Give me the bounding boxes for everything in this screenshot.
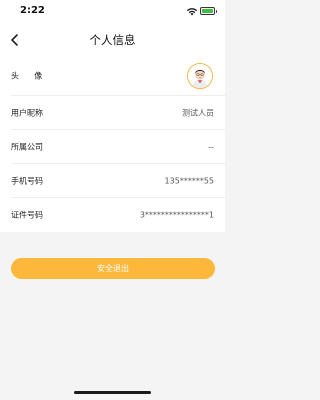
company-row: 所属公司 -- [11,130,225,164]
phone-label: 手机号码 [11,176,43,185]
avatar[interactable] [187,62,213,89]
nav-bar: 个人信息 [0,24,225,56]
logout-button[interactable]: 安全退出 [11,258,215,279]
profile-info-list: 头 像 用户昵称 测试人员 所属公司 -- 手机号码 135******55 证… [0,56,225,232]
avatar-label: 头 像 [11,71,43,80]
profile-screen: 2:22 个人信息 头 像 用户昵称 测试人员 所属公司 -- 手机号码 135… [0,0,225,400]
phone-row: 手机号码 135******55 [11,164,225,198]
status-bar: 2:22 [0,0,225,24]
battery-level [202,9,213,13]
status-time: 2:22 [20,5,45,16]
company-value: -- [208,142,214,151]
wifi-icon [186,8,198,16]
phone-value: 135******55 [164,176,214,185]
id-number-row: 证件号码 3****************1 [11,198,225,232]
battery-icon [200,7,217,15]
nickname-value: 测试人员 [182,108,214,117]
nickname-label: 用户昵称 [11,108,43,117]
company-label: 所属公司 [11,142,43,151]
page-title: 个人信息 [89,33,136,47]
nickname-row[interactable]: 用户昵称 测试人员 [11,96,225,130]
id-number-label: 证件号码 [11,210,43,220]
home-indicator [74,391,151,394]
id-number-value: 3****************1 [139,210,214,220]
avatar-icon [188,63,212,88]
avatar-row[interactable]: 头 像 [11,56,225,96]
